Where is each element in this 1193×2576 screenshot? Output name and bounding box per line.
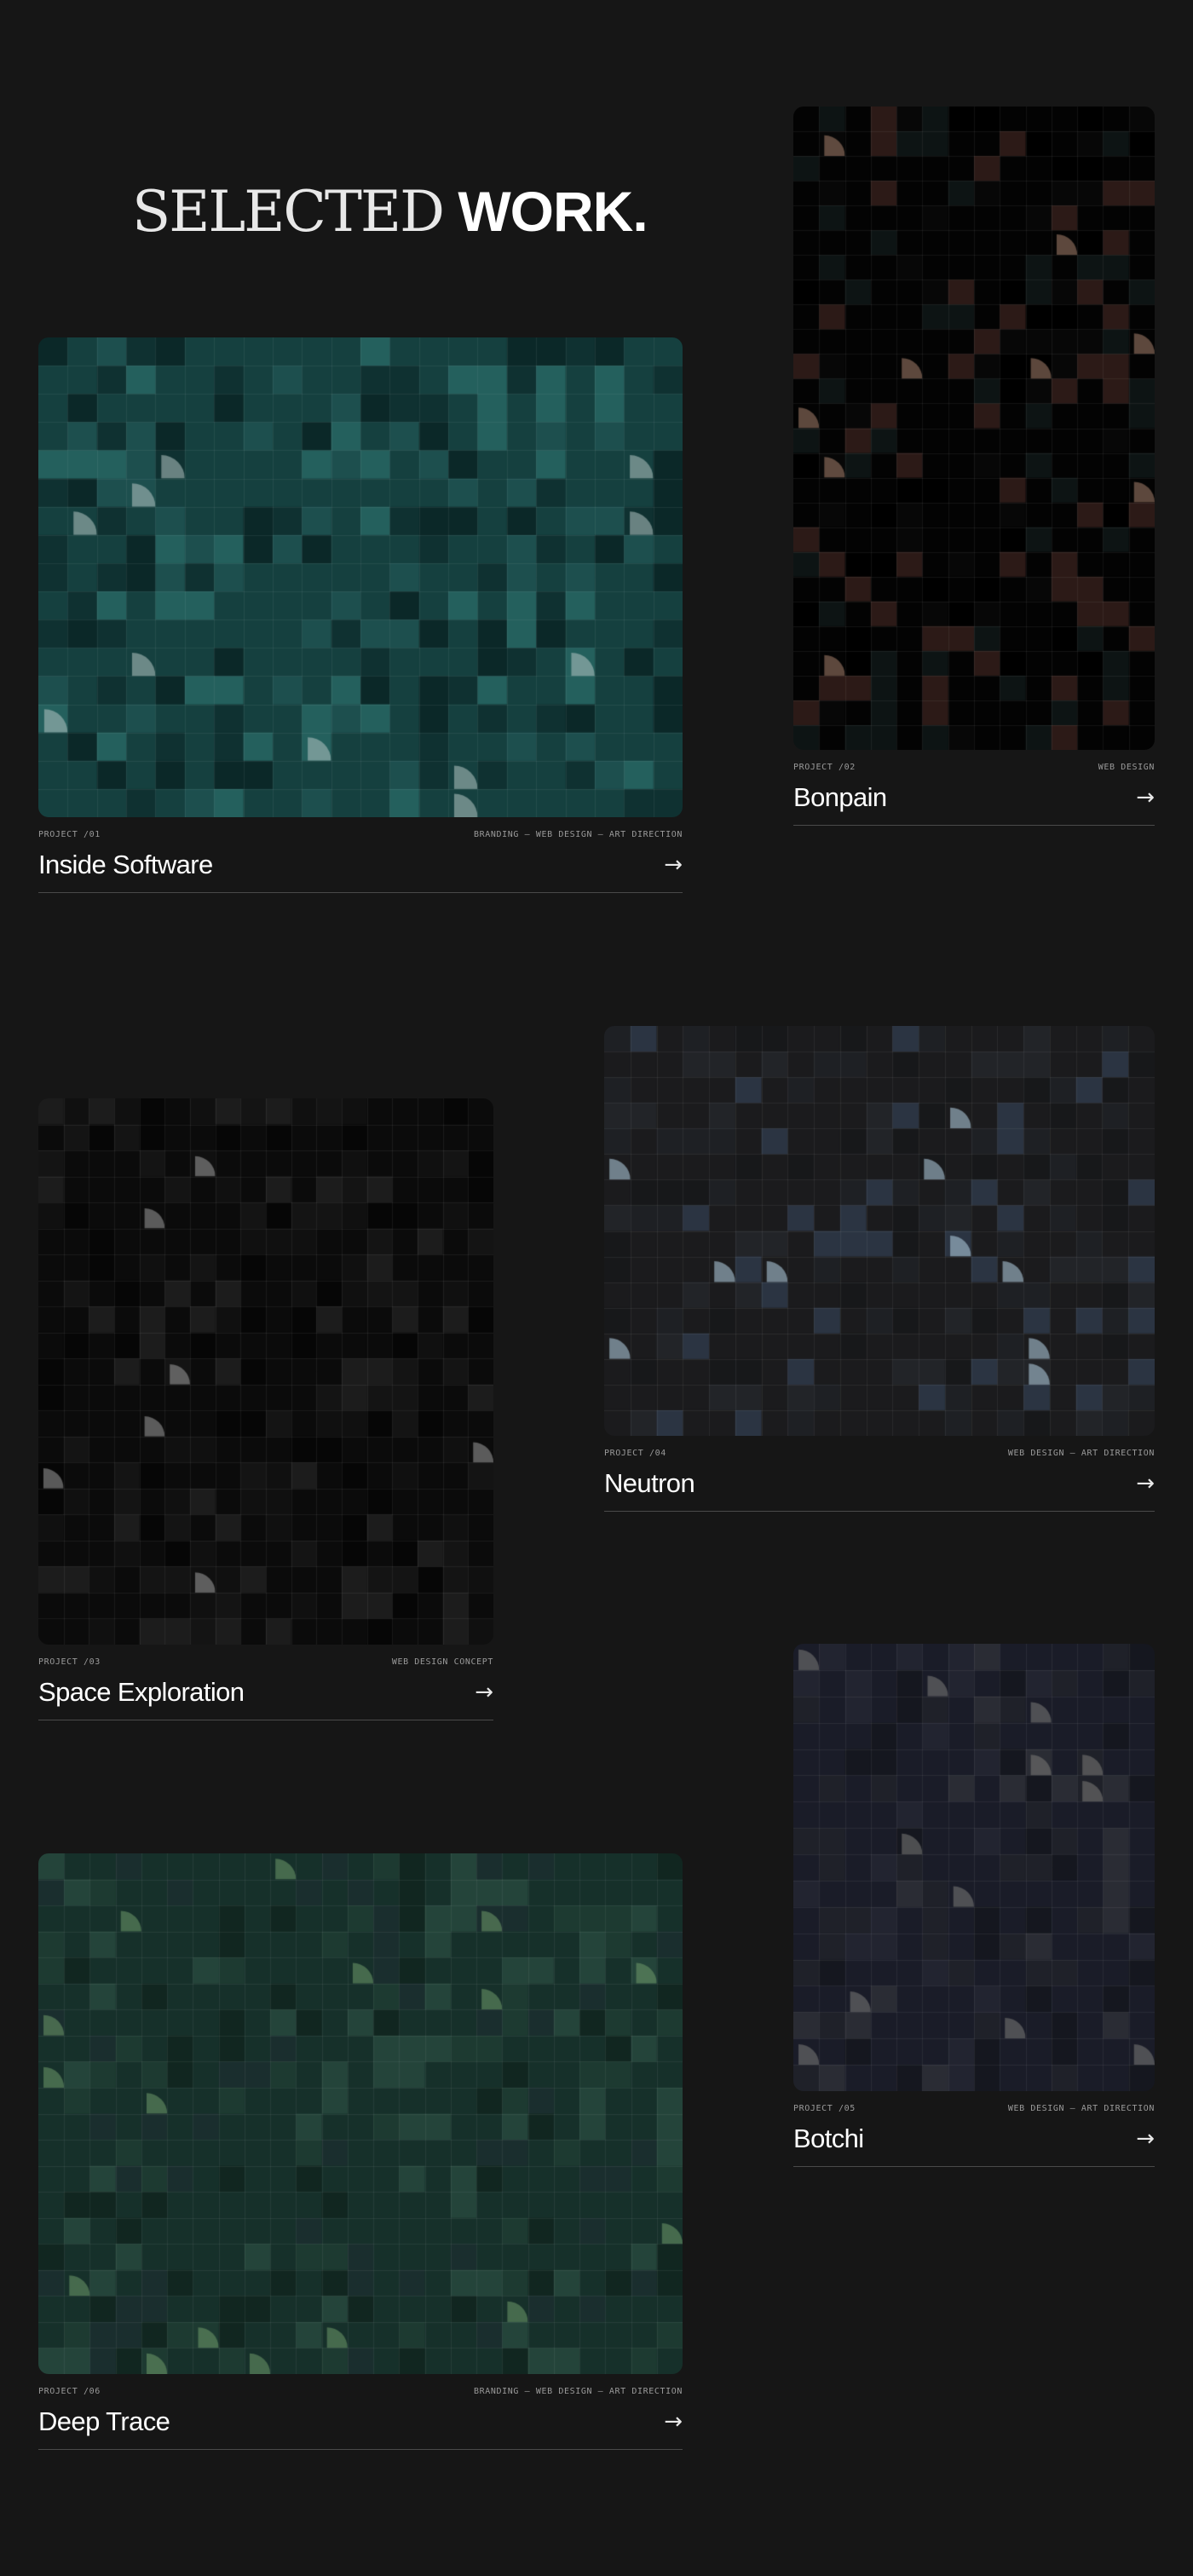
project-name: Botchi xyxy=(793,2124,864,2153)
project-card-bonpain[interactable]: PROJECT /02 WEB DESIGN Bonpain → xyxy=(793,107,1155,826)
project-index: PROJECT /01 xyxy=(38,830,101,839)
arrow-right-icon: → xyxy=(664,852,683,878)
project-tags: WEB DESIGN — ART DIRECTION xyxy=(1007,2104,1155,2113)
project-index: PROJECT /05 xyxy=(793,2104,856,2113)
project-card-deep-trace[interactable]: PROJECT /06 BRANDING — WEB DESIGN — ART … xyxy=(38,1853,683,2450)
project-card-space-exploration[interactable]: PROJECT /03 WEB DESIGN CONCEPT Space Exp… xyxy=(38,1098,493,1720)
project-name: Neutron xyxy=(604,1468,695,1498)
arrow-right-icon: → xyxy=(1136,1471,1155,1496)
arrow-right-icon: → xyxy=(1136,2126,1155,2152)
page-title-bold: WORK. xyxy=(458,180,648,243)
project-card-botchi[interactable]: PROJECT /05 WEB DESIGN — ART DIRECTION B… xyxy=(793,1644,1155,2167)
project-name: Space Exploration xyxy=(38,1677,245,1707)
page-title-light: SELECTED xyxy=(132,179,445,245)
arrow-right-icon: → xyxy=(664,2409,683,2435)
project-tags: WEB DESIGN CONCEPT xyxy=(391,1657,493,1667)
project-thumbnail[interactable] xyxy=(38,337,683,817)
project-index: PROJECT /02 xyxy=(793,763,856,772)
project-name: Inside Software xyxy=(38,850,213,879)
page-title: SELECTED WORK. xyxy=(132,183,648,240)
project-index: PROJECT /06 xyxy=(38,2387,101,2396)
project-name: Bonpain xyxy=(793,782,887,812)
project-tags: BRANDING — WEB DESIGN — ART DIRECTION xyxy=(474,2387,683,2396)
project-tags: BRANDING — WEB DESIGN — ART DIRECTION xyxy=(474,830,683,839)
arrow-right-icon: → xyxy=(475,1680,493,1705)
project-index: PROJECT /03 xyxy=(38,1657,101,1667)
project-card-neutron[interactable]: PROJECT /04 WEB DESIGN — ART DIRECTION N… xyxy=(604,1026,1155,1512)
project-thumbnail[interactable] xyxy=(793,1644,1155,2091)
arrow-right-icon: → xyxy=(1136,785,1155,810)
project-thumbnail[interactable] xyxy=(38,1853,683,2374)
project-name: Deep Trace xyxy=(38,2406,170,2436)
project-tags: WEB DESIGN xyxy=(1098,763,1155,772)
project-index: PROJECT /04 xyxy=(604,1449,666,1458)
project-card-inside-software[interactable]: PROJECT /01 BRANDING — WEB DESIGN — ART … xyxy=(38,337,683,893)
project-thumbnail[interactable] xyxy=(38,1098,493,1645)
project-thumbnail[interactable] xyxy=(793,107,1155,750)
project-thumbnail[interactable] xyxy=(604,1026,1155,1436)
project-tags: WEB DESIGN — ART DIRECTION xyxy=(1007,1449,1155,1458)
